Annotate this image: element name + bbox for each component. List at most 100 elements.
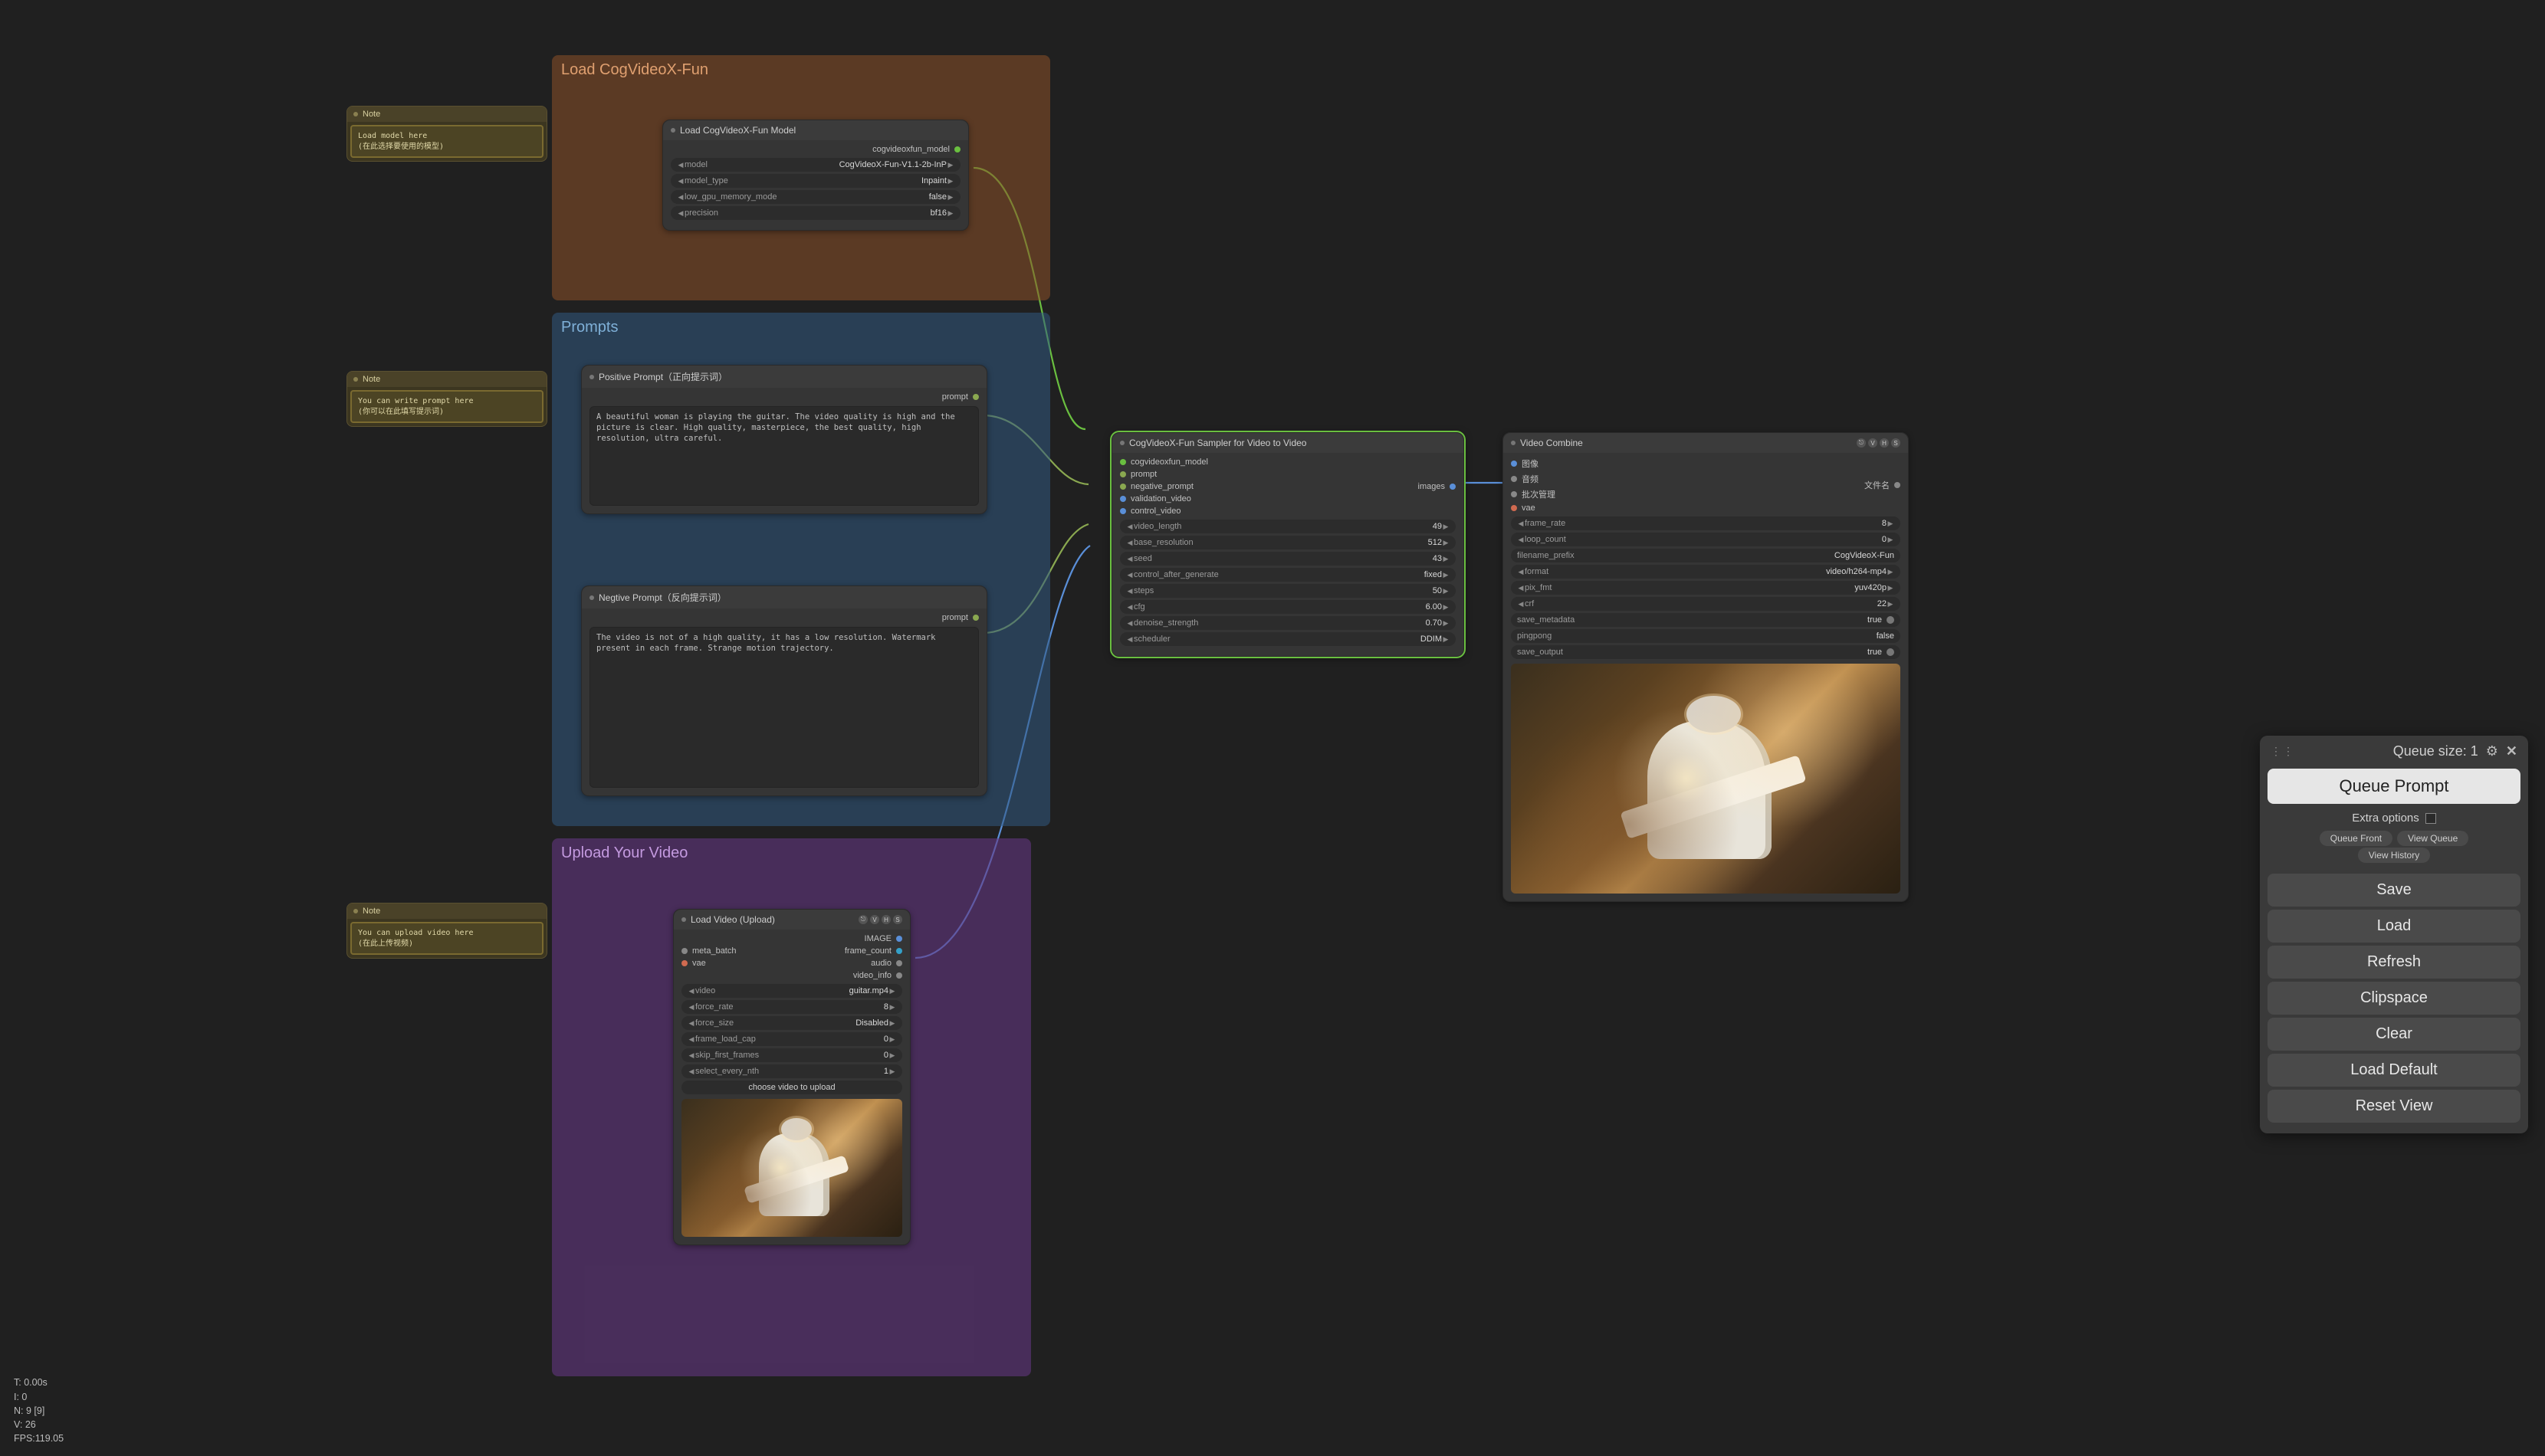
badge-icon: V [1868,438,1877,448]
widget-video-length[interactable]: ◀video_length49▶ [1120,520,1456,533]
port-out[interactable] [896,936,902,942]
node-video-combine[interactable]: Video Combine ⎋ V H S 图像 音频 批次管理 vae 文件名 [1502,432,1909,902]
widget-precision[interactable]: ◀precisionbf16▶ [671,206,961,220]
node-head-icons: ⎋ V H S [859,915,902,924]
badge-icon: H [1880,438,1889,448]
note-body[interactable]: You can upload video here (在此上传视频) [350,922,543,955]
widget-pingpong[interactable]: pingpongfalse [1511,629,1900,643]
port-out[interactable] [896,948,902,954]
port-in[interactable] [1511,505,1517,511]
reset-view-button[interactable]: Reset View [2268,1090,2520,1123]
control-panel[interactable]: ⋮⋮ Queue size: 1 ⚙ ✕ Queue Prompt Extra … [2260,736,2528,1133]
note-prompts[interactable]: Note You can write prompt here (你可以在此填写提… [346,371,547,427]
load-button[interactable]: Load [2268,910,2520,943]
extra-options-label: Extra options [2352,812,2419,825]
note-body[interactable]: Load model here (在此选择要使用的模型) [350,125,543,158]
port-out[interactable] [1450,484,1456,490]
note-title: Note [363,110,380,119]
drag-handle-icon[interactable]: ⋮⋮ [2271,745,2295,758]
port-in[interactable] [1511,491,1517,497]
port-in[interactable] [1120,508,1126,514]
widget-cfg[interactable]: ◀cfg6.00▶ [1120,600,1456,614]
load-default-button[interactable]: Load Default [2268,1054,2520,1087]
widget-lowmem[interactable]: ◀low_gpu_memory_modefalse▶ [671,190,961,204]
widget-loopcount[interactable]: ◀loop_count0▶ [1511,533,1900,546]
widget-select-nth[interactable]: ◀select_every_nth1▶ [681,1064,902,1078]
queue-size-label: Queue size: 1 [2393,743,2478,759]
widget-model[interactable]: ◀modelCogVideoX-Fun-V1.1-2b-InP▶ [671,158,961,172]
widget-video[interactable]: ◀videoguitar.mp4▶ [681,984,902,998]
widget-seed[interactable]: ◀seed43▶ [1120,552,1456,566]
output-label: prompt [942,392,968,402]
node-head-icons: ⎋ V H S [1857,438,1900,448]
save-button[interactable]: Save [2268,874,2520,907]
group-upload-title: Upload Your Video [560,841,1023,867]
node-title: CogVideoX-Fun Sampler for Video to Video [1129,438,1306,448]
port-in[interactable] [681,948,688,954]
widget-denoise[interactable]: ◀denoise_strength0.70▶ [1120,616,1456,630]
note-upload[interactable]: Note You can upload video here (在此上传视频) [346,903,547,959]
view-history-button[interactable]: View History [2358,848,2430,863]
textarea-negative[interactable]: The video is not of a high quality, it h… [589,627,979,788]
widget-model-type[interactable]: ◀model_typeInpaint▶ [671,174,961,188]
node-sampler[interactable]: CogVideoX-Fun Sampler for Video to Video… [1112,432,1464,657]
widget-framerate[interactable]: ◀frame_rate8▶ [1511,516,1900,530]
textarea-positive[interactable]: A beautiful woman is playing the guitar.… [589,406,979,506]
node-load-video[interactable]: Load Video (Upload) ⎋ V H S meta_batch v… [673,909,911,1245]
output-label: cogvideoxfun_model [872,145,950,154]
port-out[interactable] [973,394,979,400]
port-out[interactable] [954,146,961,152]
queue-front-button[interactable]: Queue Front [2320,831,2392,846]
widget-force-rate[interactable]: ◀force_rate8▶ [681,1000,902,1014]
port-in[interactable] [1120,484,1126,490]
widget-save-metadata[interactable]: save_metadatatrue [1511,613,1900,627]
widget-skip-first[interactable]: ◀skip_first_frames0▶ [681,1048,902,1062]
wire-layer [0,0,2545,1456]
node-negative-prompt[interactable]: Negtive Prompt（反向提示词） prompt The video i… [581,585,987,796]
widget-format[interactable]: ◀formatvideo/h264-mp4▶ [1511,565,1900,579]
note-load[interactable]: Note Load model here (在此选择要使用的模型) [346,106,547,162]
port-out[interactable] [1894,482,1900,488]
close-icon[interactable]: ✕ [2506,743,2517,759]
port-in[interactable] [1120,471,1126,477]
node-title: Negtive Prompt（反向提示词） [599,591,727,604]
port-out[interactable] [896,972,902,979]
extra-options-checkbox[interactable] [2425,813,2436,824]
widget-prefix[interactable]: filename_prefixCogVideoX-Fun [1511,549,1900,562]
port-out[interactable] [896,960,902,966]
clipspace-button[interactable]: Clipspace [2268,982,2520,1015]
note-body[interactable]: You can write prompt here (你可以在此填写提示词) [350,390,543,423]
output-label: prompt [942,613,968,622]
node-positive-prompt[interactable]: Positive Prompt（正向提示词） prompt A beautifu… [581,365,987,514]
badge-icon: S [893,915,902,924]
port-in[interactable] [1120,496,1126,502]
port-in[interactable] [1511,476,1517,482]
badge-icon: H [882,915,891,924]
queue-prompt-button[interactable]: Queue Prompt [2268,769,2520,804]
port-in[interactable] [681,960,688,966]
node-title: Positive Prompt（正向提示词） [599,370,727,383]
node-title: Video Combine [1520,438,1583,448]
widget-save-output[interactable]: save_outputtrue [1511,645,1900,659]
node-load-model[interactable]: Load CogVideoX-Fun Model cogvideoxfun_mo… [662,120,969,231]
badge-icon: V [870,915,879,924]
widget-force-size[interactable]: ◀force_sizeDisabled▶ [681,1016,902,1030]
gear-icon[interactable]: ⚙ [2486,743,2498,759]
clear-button[interactable]: Clear [2268,1018,2520,1051]
video-preview[interactable] [681,1099,902,1237]
widget-cag[interactable]: ◀control_after_generatefixed▶ [1120,568,1456,582]
view-queue-button[interactable]: View Queue [2397,831,2468,846]
port-in[interactable] [1511,461,1517,467]
video-preview[interactable] [1511,664,1900,894]
badge-icon: S [1891,438,1900,448]
widget-pixfmt[interactable]: ◀pix_fmtyuv420p▶ [1511,581,1900,595]
port-out[interactable] [973,615,979,621]
refresh-button[interactable]: Refresh [2268,946,2520,979]
widget-crf[interactable]: ◀crf22▶ [1511,597,1900,611]
widget-scheduler[interactable]: ◀schedulerDDIM▶ [1120,632,1456,646]
widget-base-resolution[interactable]: ◀base_resolution512▶ [1120,536,1456,549]
port-in[interactable] [1120,459,1126,465]
widget-steps[interactable]: ◀steps50▶ [1120,584,1456,598]
widget-frame-load-cap[interactable]: ◀frame_load_cap0▶ [681,1032,902,1046]
choose-video-button[interactable]: choose video to upload [681,1081,902,1094]
